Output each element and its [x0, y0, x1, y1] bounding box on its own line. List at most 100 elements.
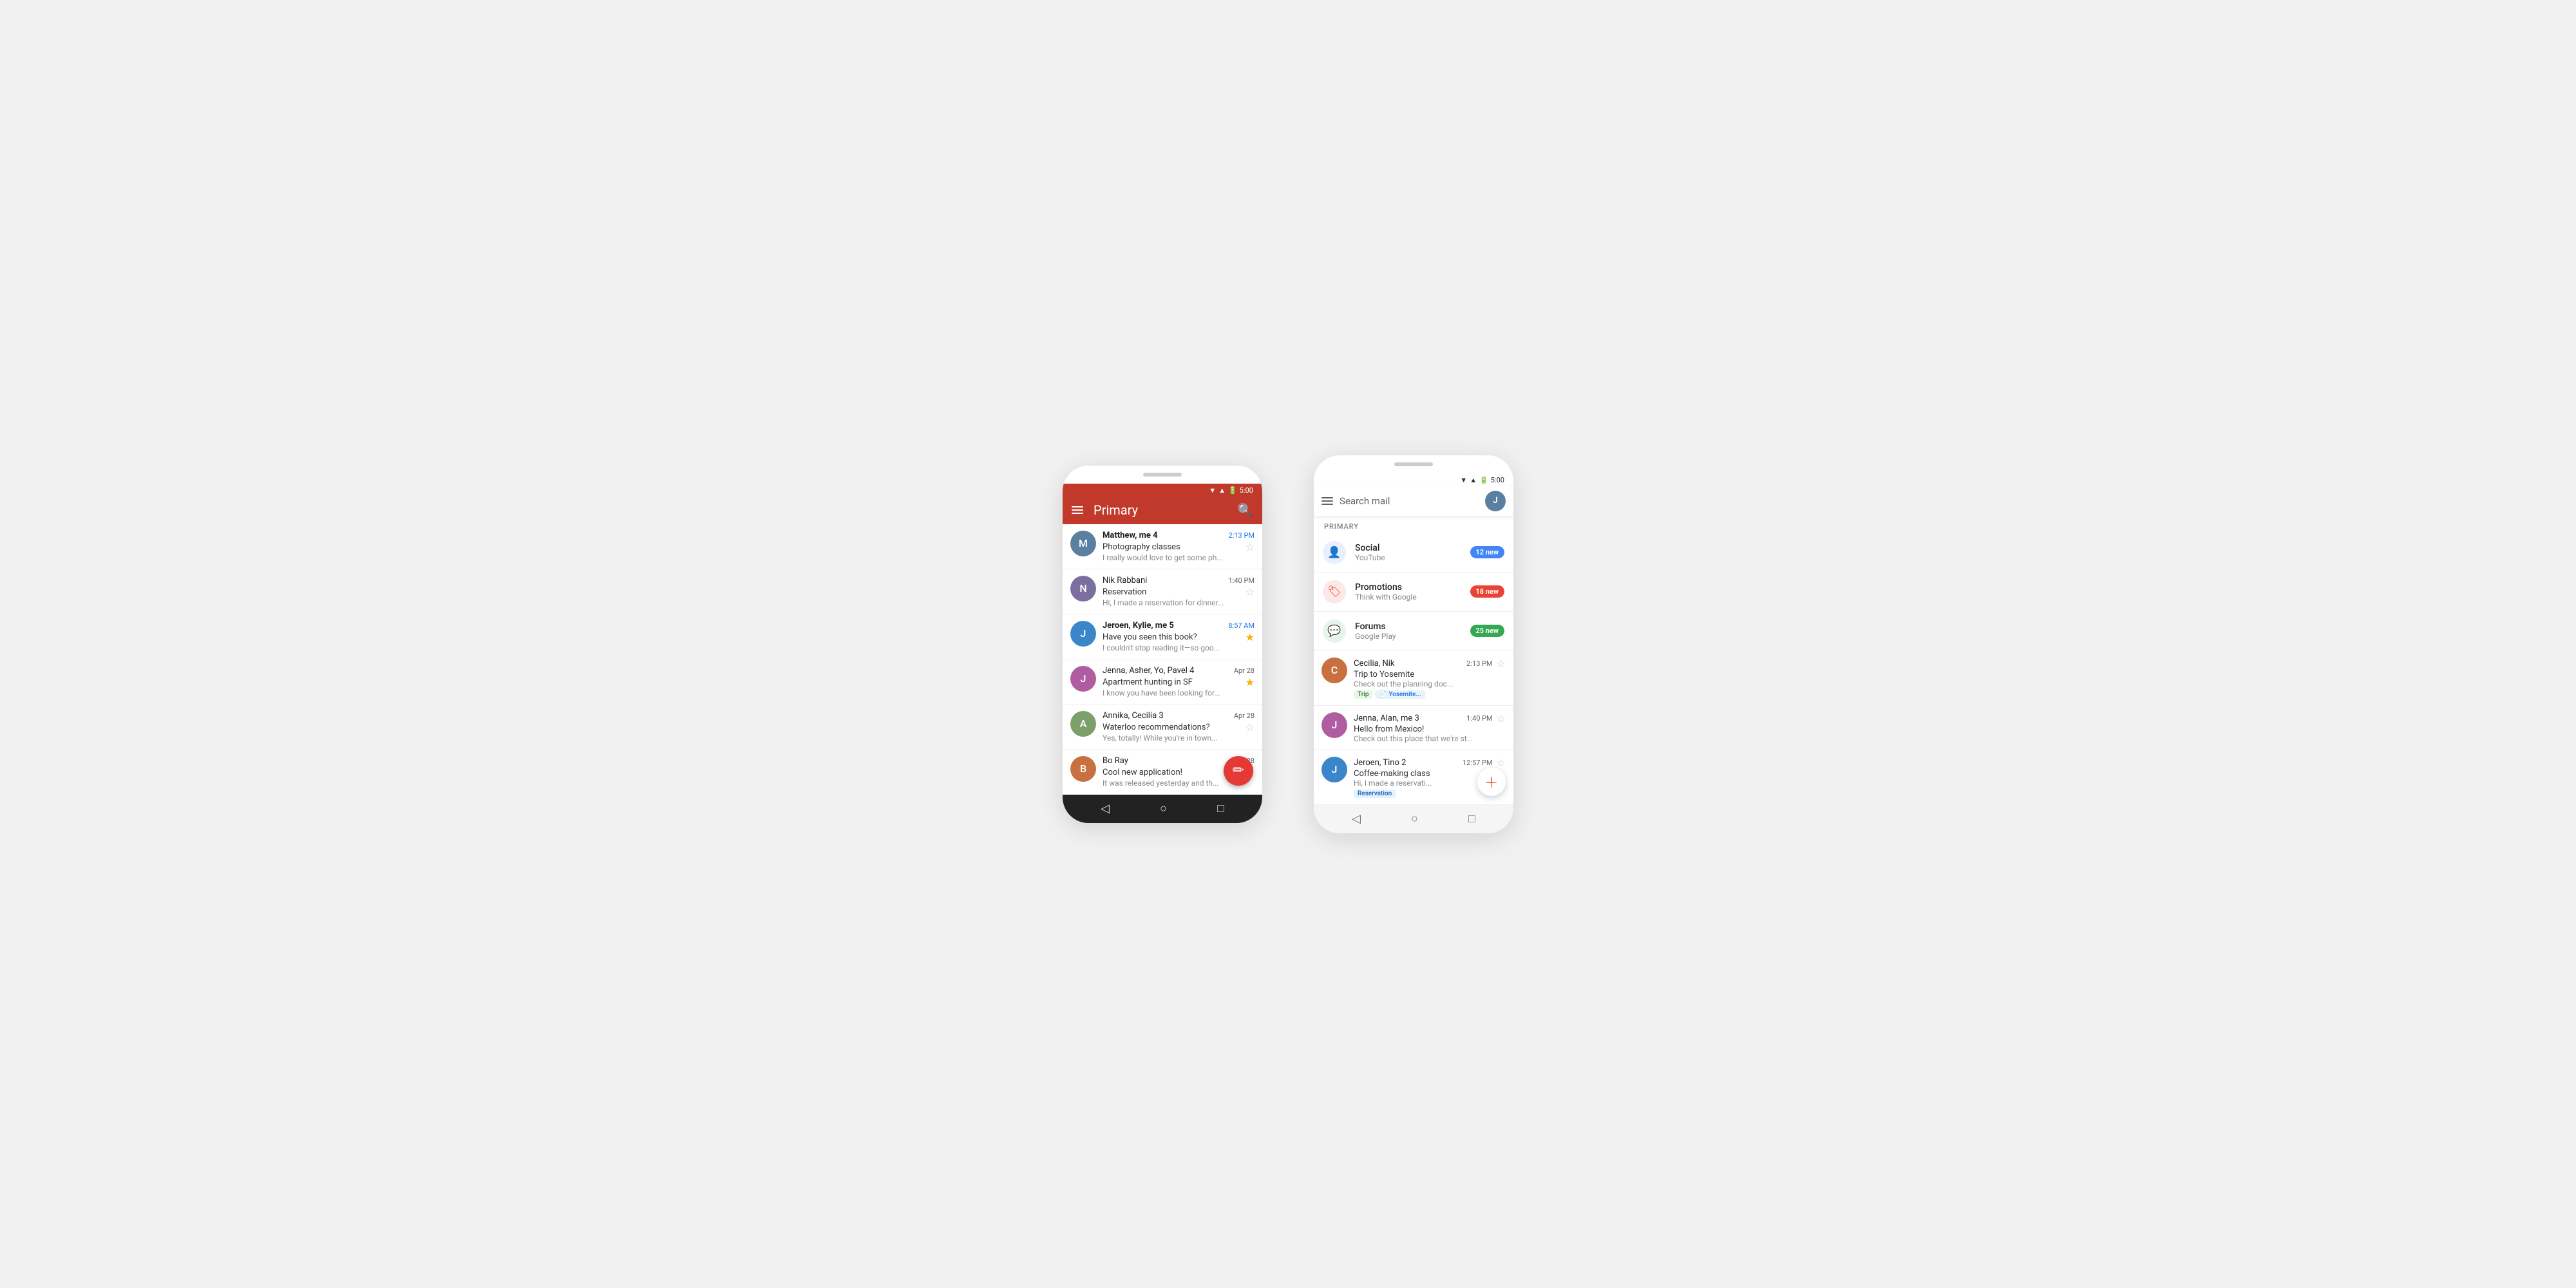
- star2-icon-2[interactable]: ☆: [1497, 757, 1506, 769]
- email-time-0: 2:13 PM: [1229, 531, 1255, 540]
- compose-icon-1: ✏: [1233, 762, 1244, 779]
- cat-badge-0: 12 new: [1470, 546, 1505, 558]
- cat-sub-2: Google Play: [1355, 632, 1461, 641]
- hamburger-menu-2[interactable]: [1321, 497, 1333, 505]
- email-sender-2: Jeroen, Kylie, me 5: [1103, 621, 1174, 630]
- email-time-3: Apr 28: [1234, 667, 1255, 675]
- section-label-primary: PRIMARY: [1314, 517, 1513, 533]
- gmail-header-1: Primary 🔍: [1063, 496, 1262, 524]
- email-subject-1: Reservation: [1103, 587, 1146, 597]
- home-button-2[interactable]: ○: [1411, 812, 1418, 826]
- notch-bar-2: [1394, 462, 1433, 466]
- categories-list: 👤 Social YouTube 12 new 🏷 Promotions Thi…: [1314, 533, 1513, 651]
- star-icon-0[interactable]: ☆: [1245, 541, 1255, 553]
- cat-name-1: Promotions: [1355, 582, 1461, 592]
- search-icon-1[interactable]: 🔍: [1237, 502, 1253, 518]
- cat-name-0: Social: [1355, 543, 1461, 553]
- status-bar-1: ▼ ▲ 🔋 5:00: [1063, 484, 1262, 496]
- category-item-0[interactable]: 👤 Social YouTube 12 new: [1314, 533, 1513, 573]
- email-sender-0: Matthew, me 4: [1103, 531, 1158, 540]
- search-bar-2[interactable]: Search mail J: [1314, 486, 1513, 517]
- time-label-1: 5:00: [1240, 486, 1253, 495]
- avatar2-2: J: [1321, 757, 1347, 782]
- phone-notch-1: [1063, 466, 1262, 484]
- wifi-icon: ▼: [1209, 486, 1216, 495]
- email-preview-4: Yes, totally! While you're in town...: [1103, 734, 1255, 743]
- email-sender-5: Bo Ray: [1103, 756, 1128, 766]
- email-list-1: M Matthew, me 4 2:13 PM Photography clas…: [1063, 524, 1262, 795]
- star2-icon-0[interactable]: ☆: [1497, 658, 1506, 670]
- header-title-1: Primary: [1094, 502, 1237, 518]
- email-header-row-0: Matthew, me 4 2:13 PM: [1103, 531, 1255, 540]
- email-item-1[interactable]: N Nik Rabbani 1:40 PM Reservation ☆ Hi, …: [1063, 569, 1262, 614]
- star-icon-1[interactable]: ☆: [1245, 586, 1255, 598]
- email-content-4: Annika, Cecilia 3 Apr 28 Waterloo recomm…: [1103, 711, 1255, 743]
- email-content-1: Nik Rabbani 1:40 PM Reservation ☆ Hi, I …: [1103, 576, 1255, 607]
- email-content-3: Jenna, Asher, Yo, Pavel 4 Apr 28 Apartme…: [1103, 666, 1255, 697]
- email-preview-2: I couldn't stop reading it—so goo...: [1103, 643, 1255, 652]
- recents-button-1[interactable]: □: [1217, 802, 1224, 815]
- tag2-0: 📄 Yosemite...: [1375, 690, 1425, 699]
- star-icon-3[interactable]: ★: [1245, 676, 1255, 688]
- search-input-2[interactable]: Search mail: [1340, 495, 1479, 507]
- email-meta-row-2: Have you seen this book? ★: [1103, 631, 1255, 643]
- cat-badge-2: 25 new: [1470, 625, 1505, 637]
- home-button-1[interactable]: ○: [1160, 802, 1167, 815]
- email-preview-3: I know you have been looking for...: [1103, 688, 1255, 697]
- cat-text-1: Promotions Think with Google: [1355, 582, 1461, 601]
- email-item-0[interactable]: M Matthew, me 4 2:13 PM Photography clas…: [1063, 524, 1262, 569]
- tag-2: Reservation: [1354, 790, 1396, 798]
- email-item-4[interactable]: A Annika, Cecilia 3 Apr 28 Waterloo reco…: [1063, 705, 1262, 750]
- email-preview2-0: Check out the planning doc...: [1354, 679, 1506, 688]
- back-button-1[interactable]: ◁: [1101, 802, 1110, 815]
- star2-icon-1[interactable]: ☆: [1497, 712, 1506, 724]
- tag-0: Trip: [1354, 690, 1372, 699]
- status-bar-2: ▼ ▲ 🔋 5:00: [1314, 473, 1513, 486]
- compose-fab-1[interactable]: ✏: [1224, 756, 1253, 786]
- status-icons-2: ▼ ▲ 🔋 5:00: [1460, 476, 1504, 484]
- email-item-2[interactable]: J Jeroen, Kylie, me 5 8:57 AM Have you s…: [1063, 614, 1262, 659]
- star-icon-2[interactable]: ★: [1245, 631, 1255, 643]
- email-subject2-1: Hello from Mexico!: [1354, 724, 1506, 734]
- hamburger-menu-1[interactable]: [1072, 506, 1083, 514]
- email-time-4: Apr 28: [1234, 712, 1255, 720]
- avatar-4: A: [1070, 711, 1096, 737]
- email-subject-0: Photography classes: [1103, 542, 1180, 552]
- email-time2-2: 12:57 PM: [1463, 759, 1493, 767]
- cat-text-0: Social YouTube: [1355, 543, 1461, 562]
- email-time2-0: 2:13 PM: [1466, 659, 1492, 668]
- back-button-2[interactable]: ◁: [1352, 812, 1361, 826]
- compose-fab-2[interactable]: ＋: [1477, 768, 1506, 796]
- email-meta-row-0: Photography classes ☆: [1103, 541, 1255, 553]
- cat-icon-2: 💬: [1323, 620, 1346, 643]
- email-item2-1[interactable]: J Jenna, Alan, me 3 1:40 PM ☆ Hello from…: [1314, 706, 1513, 750]
- email-header-row-2: Jeroen, Kylie, me 5 8:57 AM: [1103, 621, 1255, 630]
- phone-2: ▼ ▲ 🔋 5:00 Search mail J PRIMARY 👤 Socia…: [1314, 455, 1513, 833]
- email-sender-4: Annika, Cecilia 3: [1103, 711, 1164, 721]
- avatar-3: J: [1070, 666, 1096, 692]
- category-item-1[interactable]: 🏷 Promotions Think with Google 18 new: [1314, 573, 1513, 612]
- email-item2-0[interactable]: C Cecilia, Nik 2:13 PM ☆ Trip to Yosemit…: [1314, 651, 1513, 706]
- email-header-row-3: Jenna, Asher, Yo, Pavel 4 Apr 28: [1103, 666, 1255, 676]
- email-subject-2: Have you seen this book?: [1103, 632, 1197, 642]
- email-item-3[interactable]: J Jenna, Asher, Yo, Pavel 4 Apr 28 Apart…: [1063, 659, 1262, 705]
- cat-badge-1: 18 new: [1470, 585, 1505, 598]
- wifi-icon-2: ▼: [1460, 476, 1467, 484]
- notch-bar-1: [1143, 473, 1182, 477]
- cat-icon-0: 👤: [1323, 541, 1346, 564]
- email-header-row-1: Nik Rabbani 1:40 PM: [1103, 576, 1255, 585]
- battery-icon: 🔋: [1228, 486, 1237, 495]
- star-icon-4[interactable]: ☆: [1245, 721, 1255, 734]
- bottom-nav-1: ◁ ○ □: [1063, 795, 1262, 823]
- email-header2-row-0: Cecilia, Nik 2:13 PM ☆: [1354, 658, 1506, 670]
- user-avatar-2[interactable]: J: [1485, 491, 1506, 511]
- category-item-2[interactable]: 💬 Forums Google Play 25 new: [1314, 612, 1513, 651]
- signal-icon: ▲: [1218, 486, 1226, 495]
- email-sender-3: Jenna, Asher, Yo, Pavel 4: [1103, 666, 1194, 676]
- email-preview-1: Hi, I made a reservation for dinner...: [1103, 598, 1255, 607]
- phone-notch-2: [1314, 455, 1513, 473]
- recents-button-2[interactable]: □: [1468, 812, 1475, 826]
- avatar-2: J: [1070, 621, 1096, 647]
- email-header-row-4: Annika, Cecilia 3 Apr 28: [1103, 711, 1255, 721]
- email-content-2: Jeroen, Kylie, me 5 8:57 AM Have you see…: [1103, 621, 1255, 652]
